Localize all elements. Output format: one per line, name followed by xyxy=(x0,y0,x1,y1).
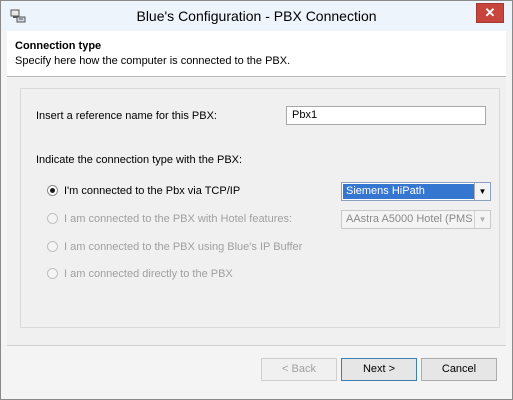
radio-tcpip[interactable] xyxy=(47,185,58,196)
radio-hotel-label[interactable]: I am connected to the PBX with Hotel fea… xyxy=(64,213,292,225)
radio-tcpip-label[interactable]: I'm connected to the Pbx via TCP/IP xyxy=(64,185,240,197)
next-button[interactable]: Next > xyxy=(341,358,417,381)
radio-ip-buffer[interactable] xyxy=(47,241,58,252)
wizard-header: Connection type Specify here how the com… xyxy=(7,31,506,77)
connection-type-label: Indicate the connection type with the PB… xyxy=(36,154,243,166)
footer-separator xyxy=(7,345,506,346)
radio-hotel[interactable] xyxy=(47,213,58,224)
reference-name-label: Insert a reference name for this PBX: xyxy=(36,110,217,122)
close-icon: ✕ xyxy=(484,5,496,20)
hotel-type-select[interactable]: AAstra A5000 Hotel (PMS L ▼ xyxy=(341,210,491,229)
hotel-type-value: AAstra A5000 Hotel (PMS L xyxy=(346,213,474,225)
chevron-down-icon[interactable]: ▼ xyxy=(474,211,490,228)
radio-direct-label[interactable]: I am connected directly to the PBX xyxy=(64,268,233,280)
title-bar[interactable]: Blue's Configuration - PBX Connection ✕ xyxy=(1,1,512,31)
header-subtitle: Specify here how the computer is connect… xyxy=(15,55,291,67)
window-title: Blue's Configuration - PBX Connection xyxy=(136,8,377,24)
radio-direct[interactable] xyxy=(47,268,58,279)
back-button[interactable]: < Back xyxy=(261,358,337,381)
close-button[interactable]: ✕ xyxy=(476,3,504,23)
pbx-type-value: Siemens HiPath xyxy=(343,184,474,199)
cancel-button[interactable]: Cancel xyxy=(421,358,497,381)
reference-name-input[interactable]: Pbx1 xyxy=(286,106,486,125)
radio-ip-buffer-label[interactable]: I am connected to the PBX using Blue's I… xyxy=(64,241,302,253)
configuration-window: Blue's Configuration - PBX Connection ✕ … xyxy=(0,0,513,400)
pbx-type-select[interactable]: Siemens HiPath ▼ xyxy=(341,182,491,201)
header-title: Connection type xyxy=(15,40,102,52)
chevron-down-icon[interactable]: ▼ xyxy=(474,183,490,200)
